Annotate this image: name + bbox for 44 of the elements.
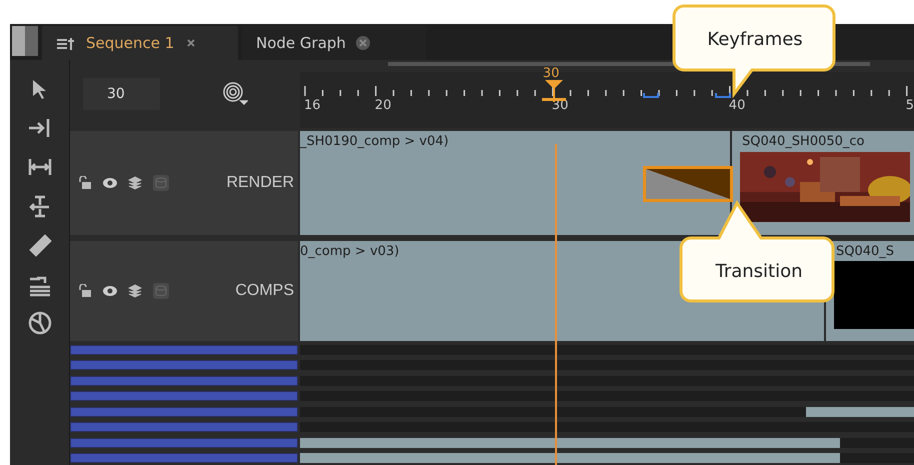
keyframe-marker[interactable]: [715, 93, 731, 99]
playhead-handle[interactable]: [540, 80, 567, 102]
frame-label: 20: [374, 98, 392, 113]
track-name: COMPS: [235, 282, 295, 300]
frame-label: 5: [906, 98, 914, 113]
clip[interactable]: _SH0190_comp > v04): [300, 131, 730, 235]
track-header[interactable]: [70, 452, 298, 463]
lock-icon[interactable]: [78, 284, 92, 298]
lock-icon[interactable]: [78, 176, 92, 190]
track-header[interactable]: [70, 376, 298, 386]
keyframe-marker[interactable]: [643, 93, 659, 99]
sequence-icon: [56, 35, 76, 51]
clip-label: SQ040_SH0050_co: [741, 133, 866, 149]
tab[interactable]: Sequence 1: [42, 26, 238, 60]
track-header[interactable]: [70, 406, 298, 417]
eye-icon[interactable]: [102, 177, 118, 189]
track-header[interactable]: [70, 422, 298, 432]
frame-label: 40: [728, 98, 746, 113]
track-header[interactable]: [70, 438, 298, 448]
globe-icon[interactable]: [26, 310, 52, 336]
layers-icon[interactable]: [128, 284, 142, 298]
callout-text: Transition: [715, 261, 803, 282]
track-name: RENDER: [226, 174, 295, 192]
track-header[interactable]: [70, 391, 298, 402]
transition-marker[interactable]: [643, 166, 733, 202]
clip-label: 0_comp > v03): [300, 243, 400, 259]
target-icon[interactable]: [222, 81, 248, 107]
clip[interactable]: [806, 406, 914, 417]
eye-icon[interactable]: [102, 285, 118, 297]
clip[interactable]: SQ040_SH0050_co: [732, 131, 914, 235]
frame-field[interactable]: 30: [83, 78, 160, 110]
clip[interactable]: SQ040_S: [826, 241, 914, 341]
panel-menu-icon[interactable]: [12, 26, 38, 56]
callout-text: Keyframes: [707, 28, 803, 50]
playhead-frame: 30: [542, 66, 560, 81]
close-icon[interactable]: [356, 36, 370, 50]
layers-icon[interactable]: [128, 176, 142, 190]
tab-label: Node Graph: [256, 34, 346, 52]
track-header[interactable]: [70, 345, 298, 355]
tab-label: Sequence 1: [86, 34, 174, 52]
clip-label: _SH0190_comp > v04): [300, 133, 450, 149]
clip-label: SQ040_S: [835, 243, 896, 259]
frame-label: 16: [304, 98, 321, 113]
track-header[interactable]: [70, 360, 298, 370]
